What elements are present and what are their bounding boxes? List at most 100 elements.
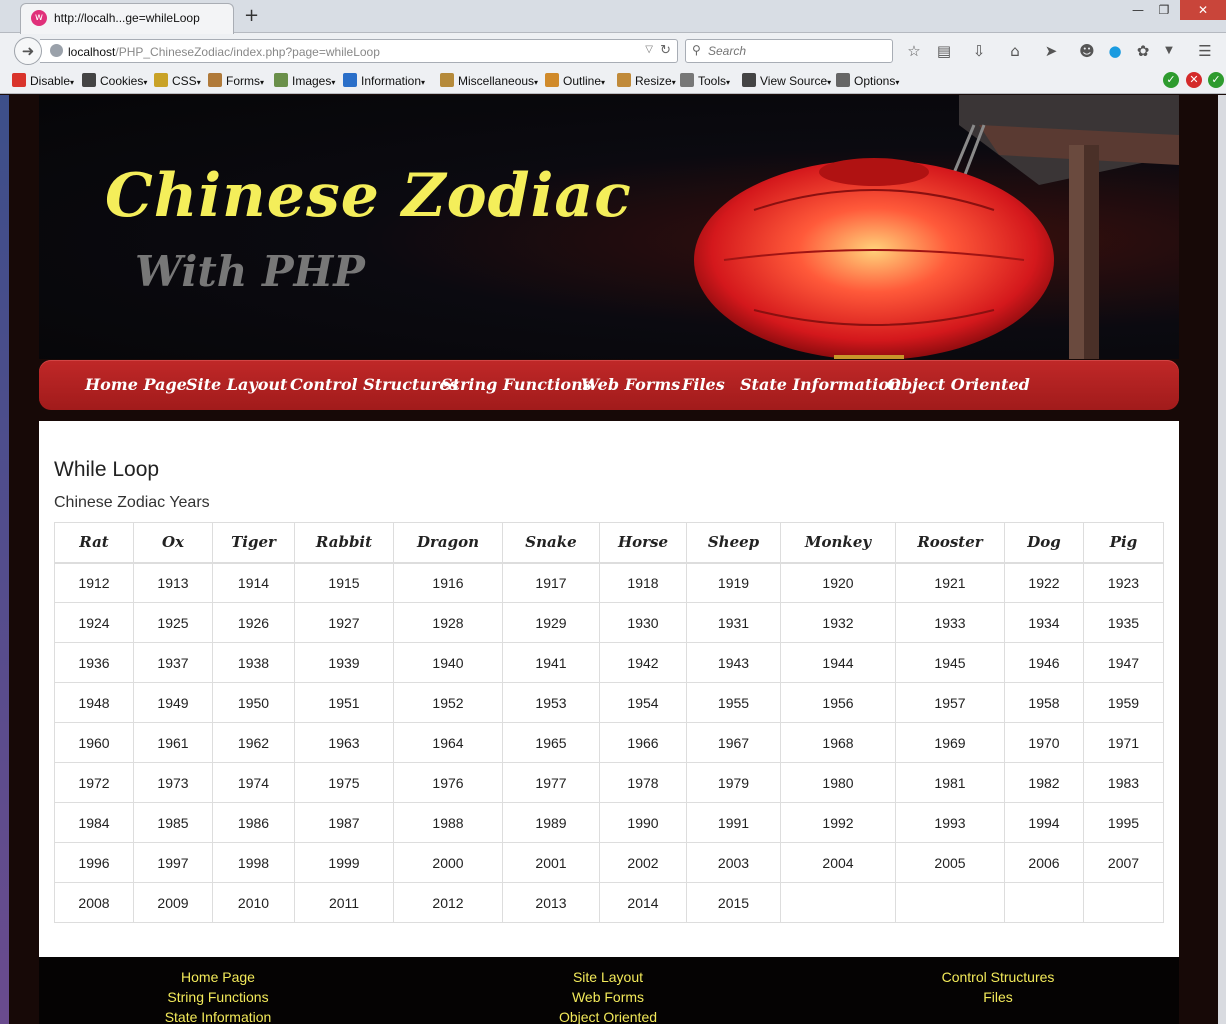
navigation-toolbar: localhost/PHP_ChineseZodiac/index.php?pa… (0, 34, 1226, 66)
table-cell: 1943 (686, 642, 781, 683)
table-cell: 1935 (1083, 602, 1164, 643)
table-cell: 1923 (1083, 562, 1164, 603)
table-cell: 1946 (1004, 642, 1084, 683)
minimize-icon[interactable]: — (1124, 0, 1152, 20)
footer-link-files[interactable]: Files (983, 989, 1013, 1005)
toolbar-dropdown-icon[interactable]: ▼ (1158, 40, 1180, 62)
table-cell: 1939 (294, 642, 394, 683)
table-header-row: Rat Ox Tiger Rabbit Dragon Snake Horse Sheep Mon… (54, 522, 1164, 564)
menu-item-home-page[interactable]: Home Page (85, 375, 187, 394)
table-cell: 1996 (54, 842, 134, 883)
dropdown-arrow-icon: ▾ (70, 78, 75, 87)
menu-item-string-functions[interactable]: String Functions (441, 375, 592, 394)
devtool-resize[interactable]: Resize▾ (617, 73, 676, 88)
content-panel: While Loop Chinese Zodiac Years Rat Ox Tig… (39, 421, 1179, 957)
table-cell: 2015 (686, 882, 781, 923)
menu-icon[interactable]: ☰ (1194, 40, 1216, 62)
bookmark-star-icon[interactable]: ☆ (903, 40, 925, 62)
web-developer-toolbar: Disable▾ Cookies▾ CSS▾ Forms▾ Images▾ Informa… (0, 69, 1226, 94)
table-row: 1996 1997 1998 1999 2000 2001 2002 2003 2004 2005… (54, 842, 1164, 883)
column-header-rat: Rat (54, 522, 134, 564)
reading-list-icon[interactable]: ▤ (933, 40, 955, 62)
valid-check-icon[interactable]: ✓ (1163, 72, 1179, 88)
devtool-label: Resize (635, 74, 672, 88)
devtool-view-source[interactable]: View Source▾ (742, 73, 831, 88)
new-tab-button[interactable]: + (244, 5, 259, 26)
devtool-information[interactable]: Information▾ (343, 73, 425, 88)
close-window-icon[interactable]: ✕ (1180, 0, 1226, 20)
history-dropdown-icon[interactable]: ▽ (645, 44, 653, 55)
favicon-icon: w (31, 10, 47, 26)
search-box[interactable]: ⚲ (685, 39, 893, 63)
table-cell: 1940 (393, 642, 503, 683)
send-icon[interactable]: ➤ (1040, 40, 1062, 62)
table-cell: 1990 (599, 802, 687, 843)
devtool-label: Information (361, 74, 422, 88)
devtool-miscellaneous[interactable]: Miscellaneous▾ (440, 73, 538, 88)
devtool-outline[interactable]: Outline▾ (545, 73, 605, 88)
valid-css-icon[interactable]: ✓ (1208, 72, 1224, 88)
table-cell: 1924 (54, 602, 134, 643)
table-cell: 1941 (502, 642, 600, 683)
table-cell: 1918 (599, 562, 687, 603)
home-icon[interactable]: ⌂ (1004, 40, 1026, 62)
error-icon[interactable]: ✕ (1186, 72, 1202, 88)
menu-item-object-oriented[interactable]: Object Oriented (887, 375, 1030, 394)
devtool-forms[interactable]: Forms▾ (208, 73, 264, 88)
menu-item-web-forms[interactable]: Web Forms (581, 375, 680, 394)
table-cell: 1934 (1004, 602, 1084, 643)
skype-icon[interactable]: ● (1104, 40, 1126, 62)
footer-link-home-page[interactable]: Home Page (181, 969, 255, 985)
table-cell: 1984 (54, 802, 134, 843)
menu-item-control-structures[interactable]: Control Structures (290, 375, 459, 394)
site-banner: Chinese Zodiac With PHP (39, 95, 1179, 359)
table-cell: 1992 (780, 802, 896, 843)
table-cell: 1973 (133, 762, 213, 803)
devtool-tools[interactable]: Tools▾ (680, 73, 730, 88)
table-cell: 1962 (212, 722, 295, 763)
search-input[interactable] (708, 43, 888, 59)
devtool-images[interactable]: Images▾ (274, 73, 335, 88)
footer-link-state-information[interactable]: State Information (165, 1009, 272, 1024)
devtool-options[interactable]: Options▾ (836, 73, 899, 88)
table-cell (1083, 882, 1164, 923)
firebug-icon[interactable]: ✿ (1132, 40, 1154, 62)
menu-item-state-information[interactable]: State Information (740, 375, 901, 394)
menu-item-files[interactable]: Files (682, 375, 725, 394)
options-icon (836, 73, 850, 87)
table-cell: 2005 (895, 842, 1005, 883)
devtool-css[interactable]: CSS▾ (154, 73, 201, 88)
footer-link-object-oriented[interactable]: Object Oriented (559, 1009, 657, 1024)
table-cell: 1954 (599, 682, 687, 723)
reload-icon[interactable]: ↻ (660, 43, 671, 58)
devtool-disable[interactable]: Disable▾ (12, 73, 74, 88)
downloads-icon[interactable]: ⇩ (968, 40, 990, 62)
restore-icon[interactable]: ❐ (1150, 0, 1178, 20)
browser-tab[interactable]: w http://localh...ge=whileLoop (20, 3, 234, 34)
table-cell: 1942 (599, 642, 687, 683)
table-row: 1972 1973 1974 1975 1976 1977 1978 1979 1980 1981… (54, 762, 1164, 803)
url-bar[interactable]: localhost/PHP_ChineseZodiac/index.php?pa… (40, 39, 678, 63)
table-cell: 1960 (54, 722, 134, 763)
table-cell: 1955 (686, 682, 781, 723)
chat-icon[interactable]: ☻ (1076, 40, 1098, 62)
table-cell: 1932 (780, 602, 896, 643)
scrollbar-track[interactable] (1218, 95, 1226, 1024)
table-cell: 1975 (294, 762, 394, 803)
table-cell: 1927 (294, 602, 394, 643)
footer-link-string-functions[interactable]: String Functions (167, 989, 268, 1005)
table-cell: 1920 (780, 562, 896, 603)
table-cell: 1948 (54, 682, 134, 723)
devtool-cookies[interactable]: Cookies▾ (82, 73, 147, 88)
menu-item-site-layout[interactable]: Site Layout (186, 375, 287, 394)
footer-link-site-layout[interactable]: Site Layout (573, 969, 643, 985)
footer-link-control-structures[interactable]: Control Structures (942, 969, 1055, 985)
column-header-rooster: Rooster (895, 522, 1005, 564)
footer-link-web-forms[interactable]: Web Forms (572, 989, 644, 1005)
table-cell: 1917 (502, 562, 600, 603)
outline-icon (545, 73, 559, 87)
back-button[interactable]: ➜ (14, 37, 42, 65)
table-cell: 1949 (133, 682, 213, 723)
devtool-label: Cookies (100, 74, 144, 88)
table-cell: 1947 (1083, 642, 1164, 683)
